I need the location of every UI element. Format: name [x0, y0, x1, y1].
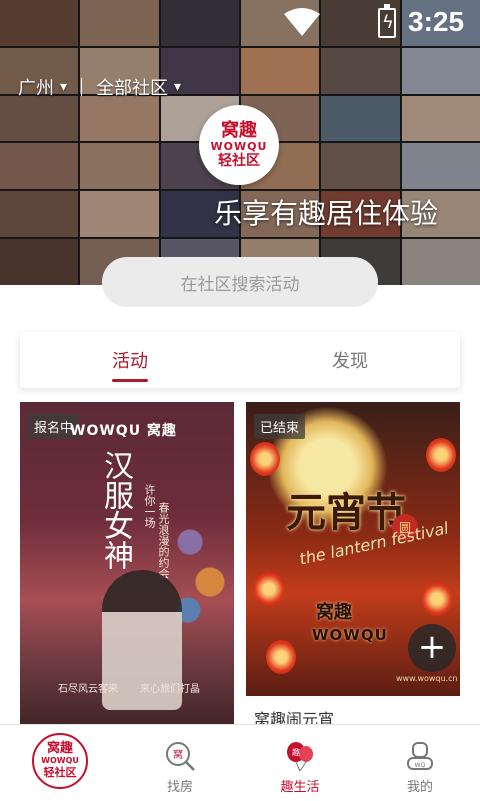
- poster-url: www.wowqu.cn: [396, 674, 458, 683]
- poster-title: 元宵节: [286, 489, 406, 536]
- bottom-navigation: 窝趣 WOWQU 轻社区 窝 找房 趣 趣生活 WQ 我的: [0, 724, 480, 801]
- poster-footer: 石尽风云客来: [58, 684, 118, 695]
- plus-icon: +: [417, 627, 447, 667]
- brand-logo-icon: 窝趣 WOWQU 轻社区: [32, 733, 88, 789]
- tab-activities[interactable]: 活动: [20, 332, 240, 388]
- tab-discover[interactable]: 发现: [240, 332, 460, 388]
- community-label[interactable]: 全部社区: [96, 74, 168, 100]
- search-input[interactable]: 在社区搜索活动: [102, 257, 378, 307]
- active-tab-indicator: [112, 379, 148, 382]
- lantern-decoration: [426, 438, 456, 472]
- poster-brand: 窝趣: [316, 602, 352, 623]
- header-banner: ϟ 3:25 广州 ▾ 全部社区 ▾ 窝趣 WOWQU 轻社区 乐享有趣居住体验: [0, 0, 480, 285]
- poster-brand: WOWQU 窝趣: [70, 423, 177, 439]
- svg-text:WQ: WQ: [415, 762, 426, 769]
- tab-bar: 活动 发现: [20, 332, 460, 388]
- poster-title: 汉服女神: [98, 450, 133, 570]
- nav-fun-life[interactable]: 趣 趣生活: [240, 725, 360, 801]
- svg-text:趣: 趣: [292, 747, 300, 757]
- battery-icon: ϟ: [378, 4, 396, 38]
- balloon-icon: 趣: [287, 742, 313, 772]
- activity-card-hanfu[interactable]: 报名中 WOWQU 窝趣 汉服女神 许你一场 春光浪漫的约会 石尽风云客来 来心…: [20, 402, 234, 732]
- add-button[interactable]: +: [408, 624, 456, 672]
- lantern-decoration: [254, 572, 284, 606]
- poster-subtitle-2: 春光浪漫的约会: [157, 502, 170, 579]
- brand-logo: 窝趣 WOWQU 轻社区: [199, 105, 279, 185]
- divider: [81, 78, 83, 96]
- activity-poster[interactable]: 报名中 WOWQU 窝趣 汉服女神 许你一场 春光浪漫的约会 石尽风云客来 来心…: [20, 402, 234, 732]
- nav-find-room[interactable]: 窝 找房: [120, 725, 240, 801]
- chevron-down-icon: ▾: [60, 79, 68, 95]
- user-icon: WQ: [407, 742, 433, 770]
- svg-text:窝: 窝: [173, 748, 183, 761]
- nav-label: 趣生活: [280, 780, 320, 795]
- nav-home[interactable]: 窝趣 WOWQU 轻社区: [0, 725, 120, 801]
- wifi-icon: [284, 8, 320, 36]
- status-bar: ϟ 3:25: [0, 0, 480, 46]
- status-time: 3:25: [408, 6, 465, 37]
- nav-label: 我的: [406, 780, 433, 795]
- lantern-decoration: [266, 640, 296, 674]
- search-placeholder: 在社区搜索活动: [180, 274, 300, 295]
- location-selector[interactable]: 广州 ▾ 全部社区 ▾: [18, 74, 181, 100]
- nav-mine[interactable]: WQ 我的: [360, 725, 480, 801]
- poster-footer-2: 来心旅们打晶: [140, 684, 200, 695]
- chevron-down-icon: ▾: [174, 79, 182, 95]
- lantern-decoration: [250, 442, 280, 476]
- slogan: 乐享有趣居住体验: [214, 197, 439, 230]
- search-house-icon: 窝: [166, 742, 195, 771]
- poster-subtitle: 许你一场: [143, 484, 156, 528]
- nav-label: 找房: [166, 780, 193, 795]
- lantern-decoration: [422, 582, 452, 616]
- status-badge: 已结束: [254, 414, 306, 439]
- poster-brand-latin: WOWQU: [312, 626, 388, 644]
- city-label[interactable]: 广州: [18, 74, 54, 100]
